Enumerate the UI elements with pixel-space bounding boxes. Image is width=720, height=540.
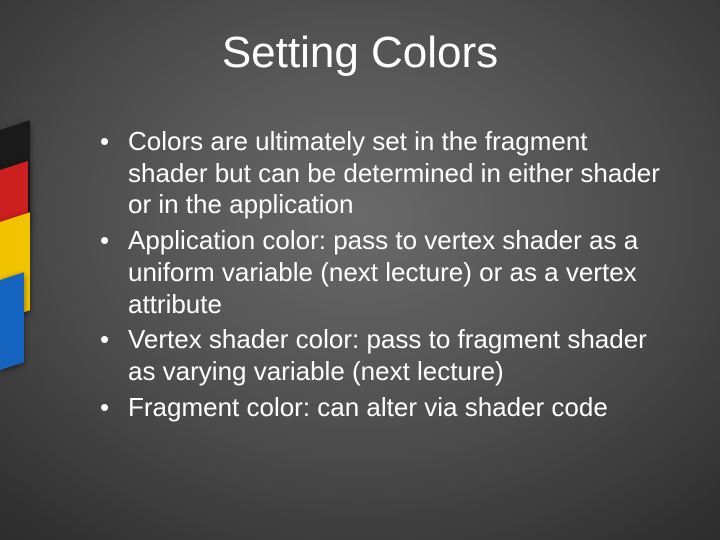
slide-title: Setting Colors (48, 28, 672, 78)
bullet-list: Colors are ultimately set in the fragmen… (48, 126, 672, 423)
list-item: Colors are ultimately set in the fragmen… (100, 126, 672, 221)
list-item: Vertex shader color: pass to fragment sh… (100, 324, 672, 387)
slide: Setting Colors Colors are ultimately set… (0, 0, 720, 540)
list-item: Fragment color: can alter via shader cod… (100, 392, 672, 424)
list-item: Application color: pass to vertex shader… (100, 225, 672, 320)
